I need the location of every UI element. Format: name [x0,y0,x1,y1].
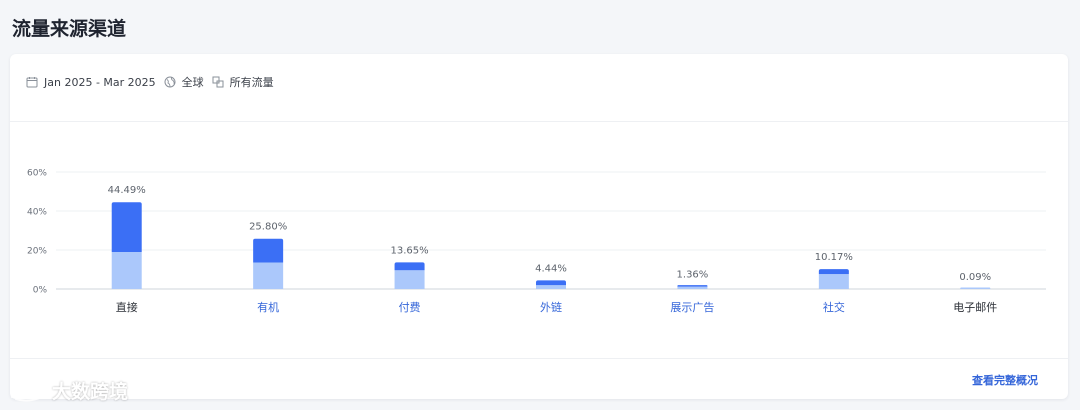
watermark: 大数跨境 [8,376,128,404]
category-label[interactable]: 展示广告 [670,301,714,314]
globe-icon [164,76,176,88]
bar-segment-dark [677,285,708,287]
traffic-type-filter[interactable]: 所有流量 [212,74,274,90]
bar-segment-light [818,274,849,289]
bar-segment-light [111,251,142,289]
bar-segment-light [536,285,566,289]
traffic-type-label: 所有流量 [229,76,274,89]
bar-value-label: 13.65% [391,245,429,256]
bar-value-label: 1.36% [677,269,709,280]
bar-segment-light [394,270,425,289]
bar-value-label: 4.44% [535,263,567,274]
bar-segment-dark [394,262,425,271]
category-label[interactable]: 社交 [823,300,845,314]
bar-segment-light [677,286,708,289]
y-tick-label: 0% [33,286,48,296]
region-filter[interactable]: 全球 [164,74,204,90]
bar-segment-dark [536,280,566,286]
category-label: 直接 [116,300,138,314]
traffic-type-icon [212,76,224,88]
category-label[interactable]: 付费 [399,301,421,314]
footer-divider [10,358,1068,359]
date-range-label: Jan 2025 - Mar 2025 [44,75,156,89]
bar-value-label: 10.17% [815,252,853,263]
bar-value-label: 44.49% [108,185,146,196]
bar-segment-light [253,262,284,289]
y-tick-label: 40% [27,208,47,218]
date-range-filter[interactable]: Jan 2025 - Mar 2025 [26,76,156,89]
view-full-overview-link[interactable]: 查看完整概况 [972,372,1038,388]
region-label: 全球 [181,76,204,89]
page-title: 流量来源渠道 [12,18,127,40]
watermark-text: 大数跨境 [52,380,129,403]
traffic-sources-bar-chart: 0% 20% 40% 60% 44.49% 直接 25.80% 有机 13.65% 付费 4.44%… [27,169,1046,314]
category-label[interactable]: 有机 [257,300,279,314]
y-tick-label: 20% [27,247,47,257]
traffic-sources-card: Jan 2025 - Mar 2025 全球 所有流量 0% 20% 40% 60% 4… [10,54,1068,399]
watermark-logo-icon [10,380,45,402]
bar-segment-dark [111,202,142,252]
category-label: 电子邮件 [953,301,997,314]
bar-value-label: 25.80% [249,222,287,233]
bar-segment-dark [253,238,284,263]
filter-bar: Jan 2025 - Mar 2025 全球 所有流量 [26,74,282,90]
bar-value-label: 0.09% [959,272,991,283]
bar-segment-dark [818,269,849,275]
y-tick-label: 60% [27,169,47,179]
bar-segment-light [960,287,991,289]
category-label[interactable]: 外链 [540,300,562,314]
calendar-icon [26,77,38,88]
header-divider [10,121,1068,122]
